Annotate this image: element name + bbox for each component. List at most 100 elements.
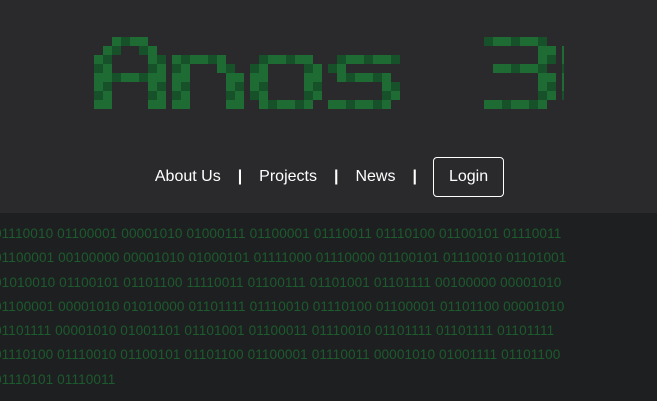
logo-pixel <box>537 73 547 82</box>
binary-line: 01110100 01110010 01100101 01101100 0110… <box>0 347 561 363</box>
logo-pixel <box>171 82 181 91</box>
logo-pixel <box>381 100 391 109</box>
logo-pixel <box>303 82 313 91</box>
logo-pixel <box>519 64 529 73</box>
binary-line: 01100001 00100000 00001010 01000101 0111… <box>0 250 567 266</box>
logo-pixel <box>528 37 538 46</box>
logo-pixel <box>102 55 112 64</box>
logo-pixel <box>156 55 166 64</box>
logo-pixel <box>171 100 181 109</box>
logo-pixel <box>234 73 244 82</box>
logo-pixel <box>171 91 181 100</box>
logo-pixel <box>249 82 259 91</box>
logo-pixel <box>336 64 346 73</box>
logo-pixel <box>258 64 268 73</box>
binary-line: 01110010 01100001 00001010 01000111 0110… <box>0 226 562 241</box>
logo-pixel <box>537 46 547 55</box>
logo-pixel <box>93 73 103 82</box>
login-button[interactable]: Login <box>432 157 505 197</box>
logo-pixel <box>147 91 157 100</box>
logo-pixel <box>519 37 529 46</box>
logo-pixel <box>258 82 268 91</box>
logo-pixel <box>546 46 556 55</box>
logo-pixel <box>345 100 355 109</box>
nav-separator: | <box>333 168 339 185</box>
logo-pixel <box>345 55 355 64</box>
logo-pixel <box>102 73 112 82</box>
logo-pixel <box>129 73 139 82</box>
logo-pixel <box>147 55 157 64</box>
nav-about-us[interactable]: About Us <box>153 168 223 186</box>
logo-pixel <box>225 64 235 73</box>
logo-pixel <box>147 82 157 91</box>
logo-pixel <box>147 46 157 55</box>
logo-pixel <box>327 64 337 73</box>
logo-pixel <box>354 100 364 109</box>
logo-pixel <box>285 100 295 109</box>
logo-pixel <box>483 37 493 46</box>
binary-line: 01100001 00001010 01010000 01101111 0111… <box>0 298 565 314</box>
logo-pixel <box>492 64 502 73</box>
pixel-logo-graphic <box>93 37 564 109</box>
nav-projects[interactable]: Projects <box>257 168 319 186</box>
logo-pixel <box>327 100 337 109</box>
app-root: About Us | Projects | News | Login 01110… <box>0 0 657 401</box>
logo-pixel <box>225 100 235 109</box>
logo-pixel <box>294 100 304 109</box>
logo-pixel <box>546 91 556 100</box>
logo-pixel <box>207 55 217 64</box>
logo-pixel <box>180 91 190 100</box>
logo-pixel <box>561 46 564 55</box>
logo-pixel <box>276 55 286 64</box>
site-logo[interactable] <box>0 28 657 118</box>
logo-pixel <box>147 73 157 82</box>
logo-pixel <box>561 73 564 82</box>
logo-pixel <box>171 55 181 64</box>
logo-pixel <box>216 64 226 73</box>
logo-pixel <box>249 91 259 100</box>
logo-pixel <box>102 82 112 91</box>
logo-pixel <box>537 37 547 46</box>
logo-pixel <box>156 100 166 109</box>
logo-pixel <box>93 55 103 64</box>
logo-pixel <box>216 55 226 64</box>
logo-pixel <box>180 82 190 91</box>
logo-pixel <box>225 91 235 100</box>
logo-pixel <box>381 55 391 64</box>
logo-pixel <box>147 64 157 73</box>
logo-pixel <box>303 100 313 109</box>
logo-pixel <box>285 55 295 64</box>
logo-pixel <box>171 73 181 82</box>
logo-pixel <box>102 100 112 109</box>
logo-pixel <box>390 91 400 100</box>
logo-pixel <box>303 64 313 73</box>
logo-pixel <box>336 100 346 109</box>
nav-news[interactable]: News <box>353 168 397 186</box>
logo-pixel <box>102 46 112 55</box>
logo-pixel <box>129 37 139 46</box>
logo-pixel <box>225 73 235 82</box>
logo-pixel <box>234 100 244 109</box>
logo-pixel <box>180 55 190 64</box>
binary-line: 01010010 01100101 01101100 11110011 0110… <box>0 274 562 290</box>
logo-pixel <box>267 100 277 109</box>
logo-pixel <box>171 64 181 73</box>
logo-pixel <box>537 100 547 109</box>
logo-pixel <box>528 100 538 109</box>
logo-pixel <box>492 100 502 109</box>
logo-pixel <box>546 55 556 64</box>
logo-pixel <box>93 91 103 100</box>
logo-pixel <box>156 64 166 73</box>
logo-pixel <box>312 64 322 73</box>
logo-pixel <box>180 73 190 82</box>
logo-pixel <box>390 82 400 91</box>
logo-pixel <box>336 73 346 82</box>
logo-pixel <box>180 64 190 73</box>
logo-pixel <box>156 91 166 100</box>
logo-pixel <box>120 37 130 46</box>
logo-pixel <box>546 73 556 82</box>
logo-pixel <box>147 100 157 109</box>
logo-pixel <box>537 55 547 64</box>
binary-line: 01110101 01110011 <box>0 371 116 387</box>
logo-pixel <box>561 91 564 100</box>
